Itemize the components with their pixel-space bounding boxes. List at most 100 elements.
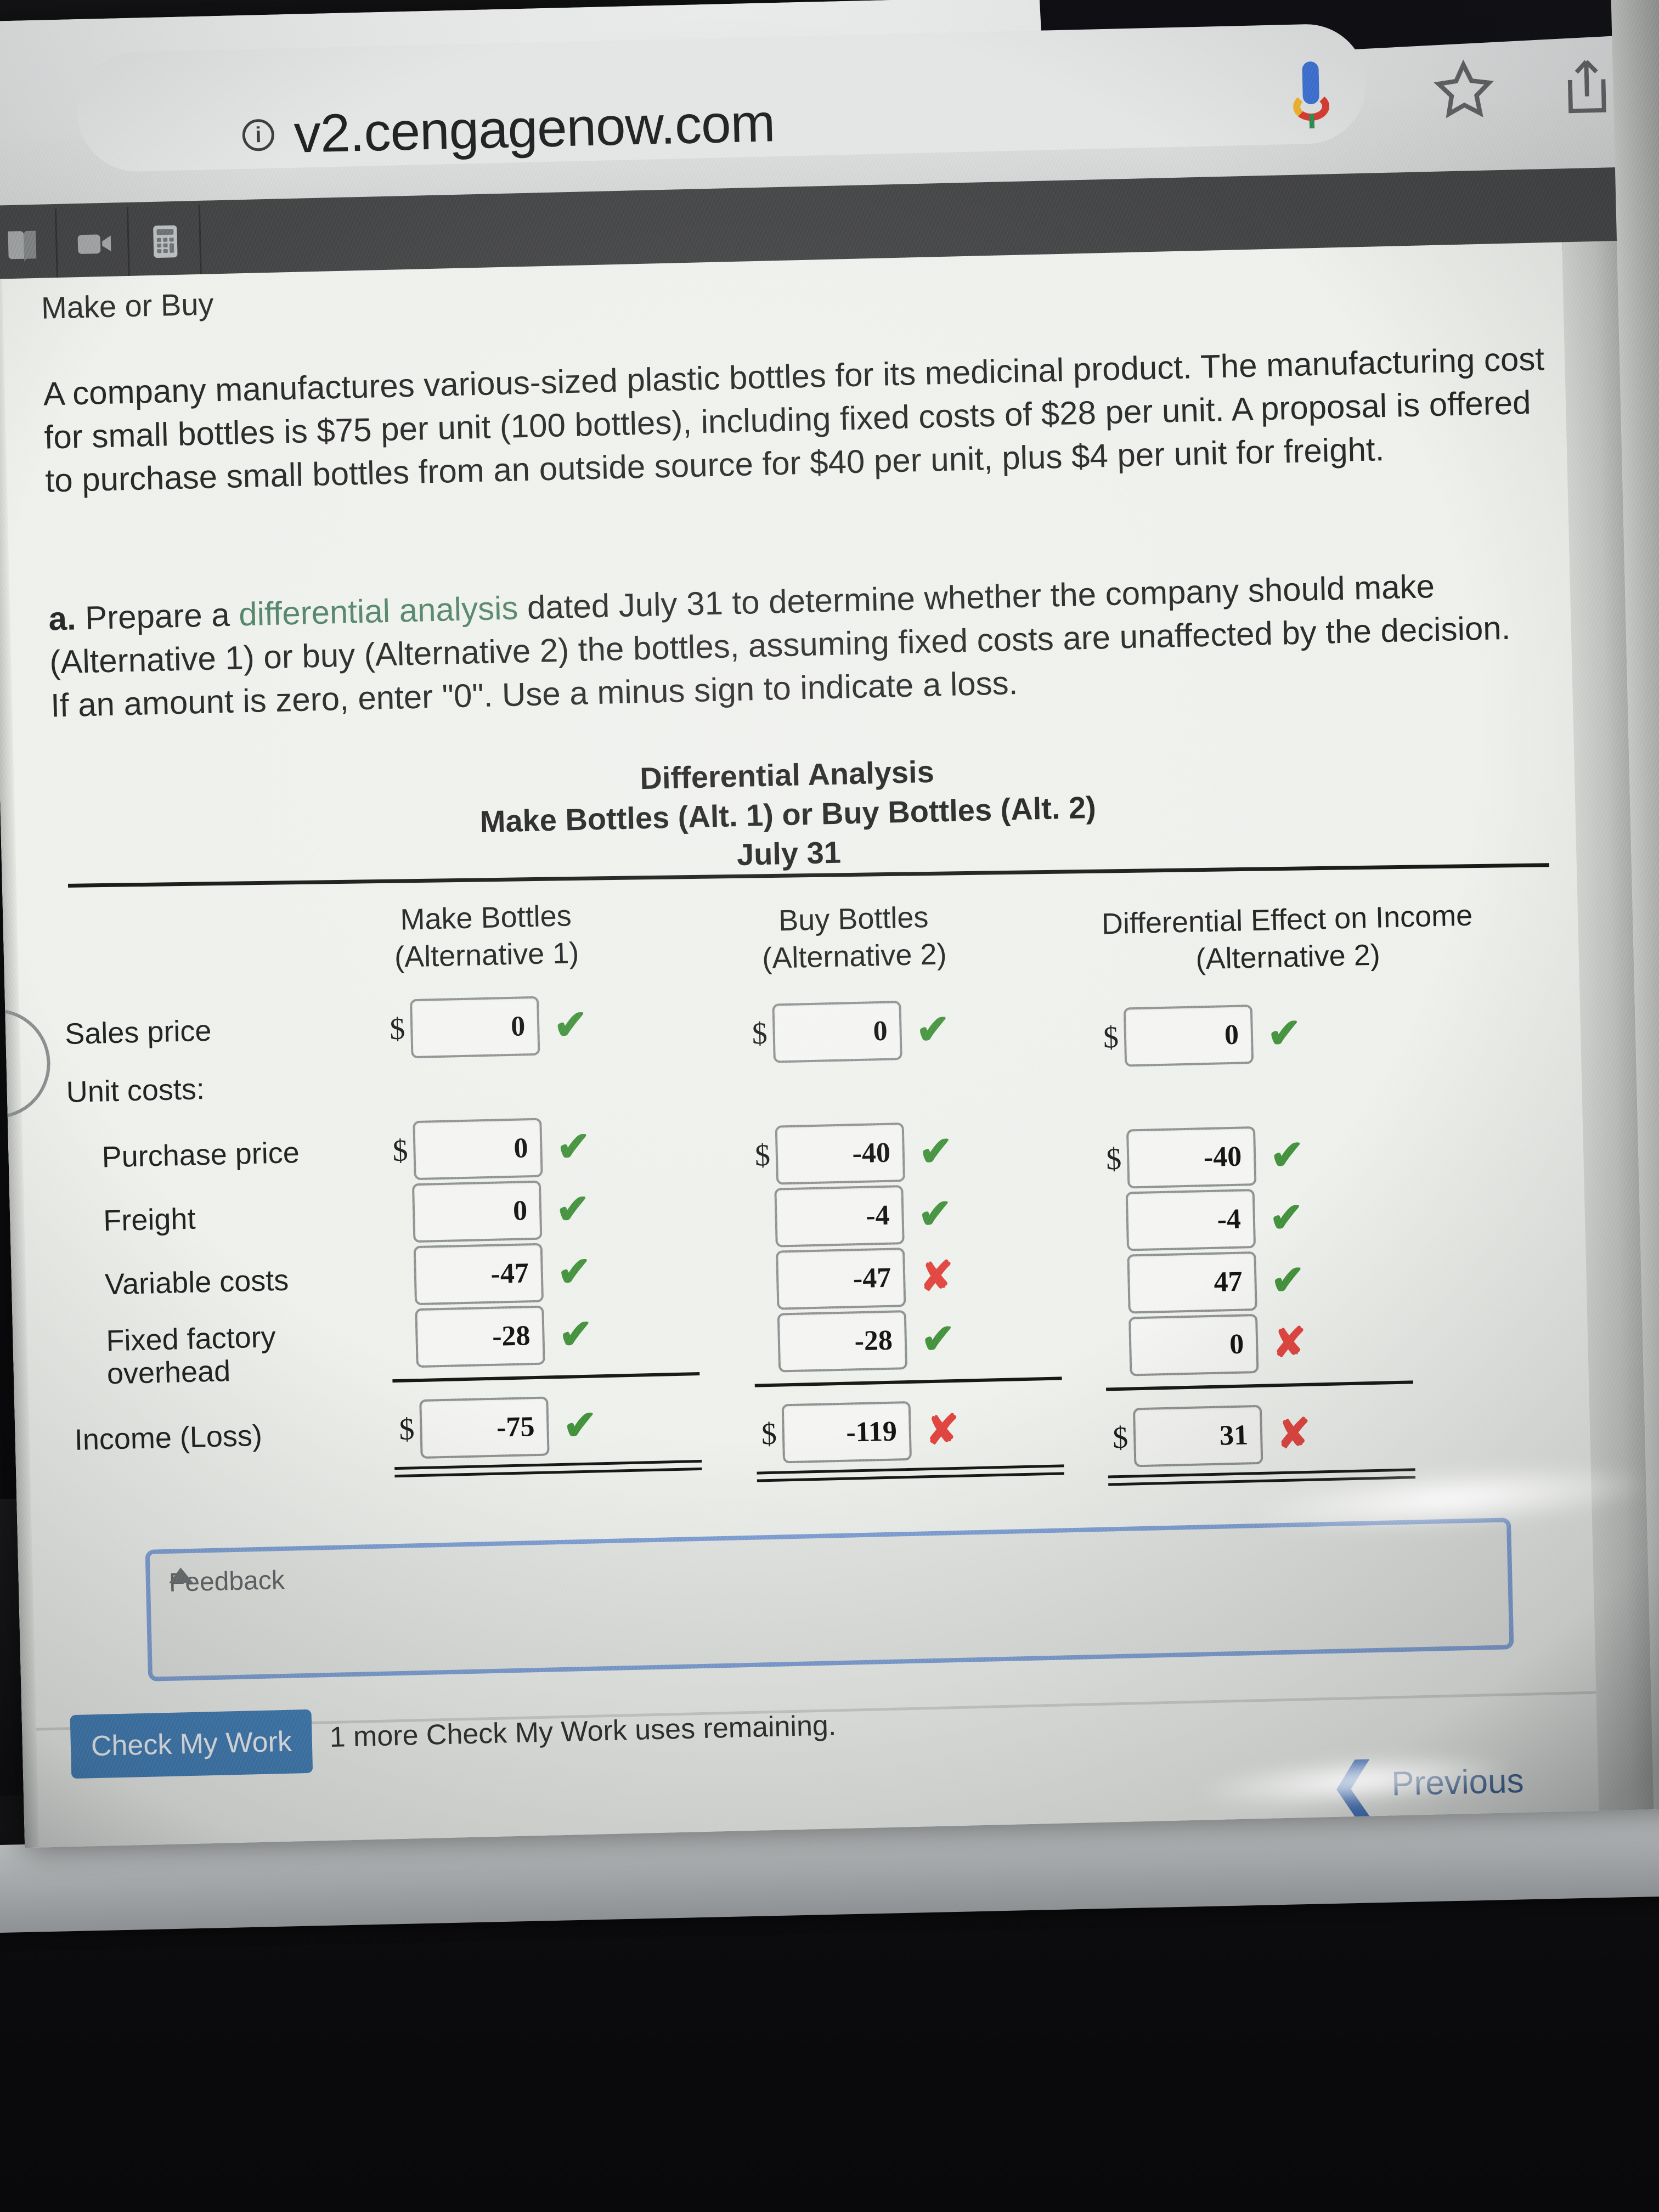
input-variable-costs-make[interactable]: -47 (413, 1243, 544, 1306)
currency-symbol: $ (761, 1417, 777, 1452)
input-variable-costs-diff[interactable]: 47 (1127, 1251, 1257, 1314)
input-income-make[interactable]: -75 (419, 1396, 550, 1459)
currency-symbol: $ (754, 1138, 771, 1173)
ebook-button[interactable] (0, 208, 59, 284)
total-rule-make-2 (394, 1467, 702, 1478)
input-freight-make[interactable]: 0 (411, 1180, 543, 1243)
input-fixed-overhead-buy[interactable]: -28 (777, 1310, 908, 1373)
info-icon[interactable]: i (242, 119, 275, 151)
status-correct-icon: ✔ (556, 1248, 592, 1295)
table-cell-purchase-price-diff[interactable]: $ -40 ✔ (1105, 1125, 1305, 1189)
col1-line1: Make Bottles (399, 899, 572, 936)
col2-line1: Buy Bottles (778, 900, 929, 938)
col2-line2: (Alternative 2) (761, 937, 947, 975)
input-purchase-price-diff[interactable]: -40 (1126, 1126, 1257, 1189)
photo-scene: i v2.cengagenow.com Make or Buy A compan… (0, 0, 1659, 2212)
star-icon[interactable] (1431, 57, 1497, 122)
previous-label: Previous (1391, 1762, 1525, 1803)
currency-symbol: $ (1103, 1020, 1119, 1055)
table-cell-freight-diff[interactable]: -4 ✔ (1125, 1188, 1304, 1251)
status-correct-icon: ✔ (555, 1186, 591, 1233)
status-correct-icon: ✔ (556, 1123, 591, 1170)
share-icon[interactable] (1558, 53, 1616, 120)
input-income-buy[interactable]: -119 (781, 1401, 912, 1464)
assignment-page: Make or Buy A company manufactures vario… (0, 242, 1599, 1848)
input-fixed-overhead-diff[interactable]: 0 (1128, 1313, 1259, 1376)
column-header-buy: Buy Bottles (Alternative 2) (710, 898, 997, 978)
row-label-purchase-price: Purchase price (101, 1136, 300, 1174)
total-rule-buy-2 (757, 1472, 1064, 1482)
google-mic-icon[interactable] (1290, 61, 1332, 129)
video-icon (72, 222, 115, 267)
row-label-sales-price: Sales price (64, 1014, 212, 1051)
status-correct-icon: ✔ (553, 1001, 589, 1048)
instruction-pre: Prepare a (75, 596, 240, 637)
part-label: a. (48, 600, 77, 637)
resize-handle-icon[interactable] (168, 1567, 193, 1583)
table-cell-fixed-overhead-make[interactable]: -28 ✔ (415, 1305, 593, 1368)
currency-symbol: $ (392, 1133, 409, 1169)
row-label-freight: Freight (103, 1202, 196, 1238)
table-cell-income-make[interactable]: $ -75 ✔ (398, 1395, 597, 1459)
table-cell-purchase-price-buy[interactable]: $ -40 ✔ (754, 1121, 953, 1185)
table-cell-variable-costs-diff[interactable]: 47 ✔ (1127, 1250, 1305, 1314)
input-freight-buy[interactable]: -4 (774, 1185, 905, 1248)
table-cell-sales-price-diff[interactable]: $ 0 ✔ (1103, 1003, 1302, 1067)
status-correct-icon: ✔ (1266, 1009, 1302, 1057)
table-cell-variable-costs-make[interactable]: -47 ✔ (413, 1242, 592, 1306)
table-cell-freight-buy[interactable]: -4 ✔ (774, 1184, 952, 1248)
status-correct-icon: ✔ (915, 1006, 951, 1053)
col1-line2: (Alternative 1) (394, 936, 579, 974)
table-cell-income-buy[interactable]: $ -119 ✘ (761, 1400, 960, 1464)
instruction-post: dated July 31 to determine whether the c… (49, 568, 1511, 724)
input-sales-price-buy[interactable]: 0 (772, 1001, 902, 1063)
status-incorrect-icon: ✘ (919, 1253, 955, 1300)
check-my-work-button[interactable]: Check My Work (70, 1709, 313, 1779)
currency-symbol: $ (398, 1412, 415, 1447)
table-cell-fixed-overhead-buy[interactable]: -28 ✔ (777, 1309, 956, 1373)
calculator-button[interactable] (129, 205, 202, 280)
table-cell-sales-price-make[interactable]: $ 0 ✔ (389, 995, 588, 1059)
currency-symbol: $ (751, 1016, 768, 1051)
previous-button[interactable]: ❮ Previous (1328, 1752, 1525, 1818)
status-incorrect-icon: ✘ (924, 1406, 960, 1453)
status-correct-icon: ✔ (558, 1311, 594, 1357)
address-bar[interactable]: i v2.cengagenow.com (76, 22, 1368, 173)
ebook-icon (1, 223, 44, 269)
page-title: Make or Buy (41, 286, 215, 325)
table-cell-variable-costs-buy[interactable]: -47 ✘ (775, 1246, 955, 1310)
currency-symbol: $ (1105, 1142, 1122, 1177)
tablet-screen: i v2.cengagenow.com Make or Buy A compan… (0, 0, 1659, 1848)
status-incorrect-icon: ✘ (1272, 1319, 1307, 1366)
input-purchase-price-buy[interactable]: -40 (775, 1122, 906, 1185)
currency-symbol: $ (1112, 1420, 1128, 1455)
table-cell-freight-make[interactable]: 0 ✔ (411, 1180, 591, 1243)
url-text: v2.cengagenow.com (293, 92, 776, 164)
table-cell-fixed-overhead-diff[interactable]: 0 ✘ (1128, 1313, 1307, 1376)
table-cell-sales-price-buy[interactable]: $ 0 ✔ (751, 1000, 951, 1063)
table-cell-income-diff[interactable]: $ 31 ✘ (1112, 1404, 1311, 1468)
subtotal-rule-diff (1106, 1380, 1414, 1391)
table-cell-purchase-price-make[interactable]: $ 0 ✔ (392, 1117, 591, 1181)
video-button[interactable] (58, 206, 130, 282)
status-correct-icon: ✔ (1270, 1256, 1306, 1304)
input-income-diff[interactable]: 31 (1132, 1404, 1263, 1468)
status-correct-icon: ✔ (1269, 1131, 1305, 1178)
row-label-unit-costs: Unit costs: (66, 1073, 205, 1109)
input-sales-price-make[interactable]: 0 (410, 996, 540, 1059)
currency-symbol: $ (389, 1012, 406, 1047)
column-header-differential: Differential Effect on Income (Alternati… (1062, 896, 1513, 981)
input-purchase-price-make[interactable]: 0 (413, 1118, 543, 1181)
part-a-instruction: a. Prepare a differential analysis dated… (48, 562, 1532, 727)
subtotal-rule-buy (754, 1376, 1062, 1387)
input-fixed-overhead-make[interactable]: -28 (415, 1305, 545, 1368)
status-correct-icon: ✔ (917, 1190, 953, 1237)
chevron-left-icon: ❮ (1328, 1752, 1378, 1818)
differential-analysis-link[interactable]: differential analysis (238, 589, 518, 633)
input-variable-costs-buy[interactable]: -47 (775, 1248, 906, 1310)
status-incorrect-icon: ✘ (1276, 1410, 1312, 1457)
row-label-fixed-factory-overhead: Fixed factory overhead (105, 1321, 276, 1391)
input-sales-price-diff[interactable]: 0 (1123, 1005, 1254, 1067)
input-freight-diff[interactable]: -4 (1125, 1189, 1256, 1251)
feedback-panel[interactable]: Feedback (145, 1517, 1514, 1681)
